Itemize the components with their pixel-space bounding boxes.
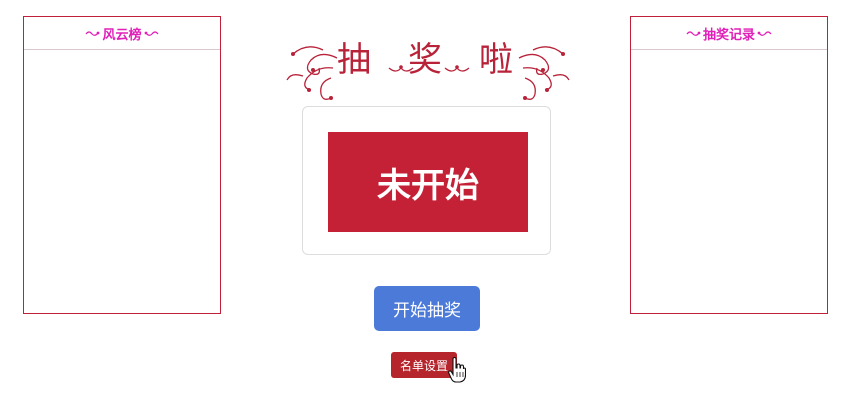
title-char: 抽	[337, 40, 371, 80]
page-title: 抽 奖 啦	[283, 36, 573, 108]
start-draw-button[interactable]: 开始抽奖	[374, 286, 480, 331]
title-text: 抽 奖 啦	[337, 36, 513, 84]
leaderboard-header: 风云榜	[24, 17, 220, 50]
leaderboard-panel: 风云榜	[23, 16, 221, 314]
records-panel: 抽奖记录	[630, 16, 828, 314]
scroll-ornament-icon	[757, 30, 772, 36]
draw-card: 未开始	[302, 106, 551, 255]
hand-pointer-icon	[448, 357, 466, 383]
title-char: 啦	[479, 40, 513, 80]
scroll-ornament-icon	[86, 30, 100, 36]
title-char: 奖	[408, 40, 442, 80]
scroll-ornament-icon	[686, 30, 701, 36]
records-title: 抽奖记录	[702, 27, 755, 43]
draw-status-display: 未开始	[328, 132, 528, 232]
records-header: 抽奖记录	[631, 17, 827, 50]
scroll-ornament-icon	[144, 30, 158, 36]
leaderboard-title: 风云榜	[102, 27, 142, 43]
